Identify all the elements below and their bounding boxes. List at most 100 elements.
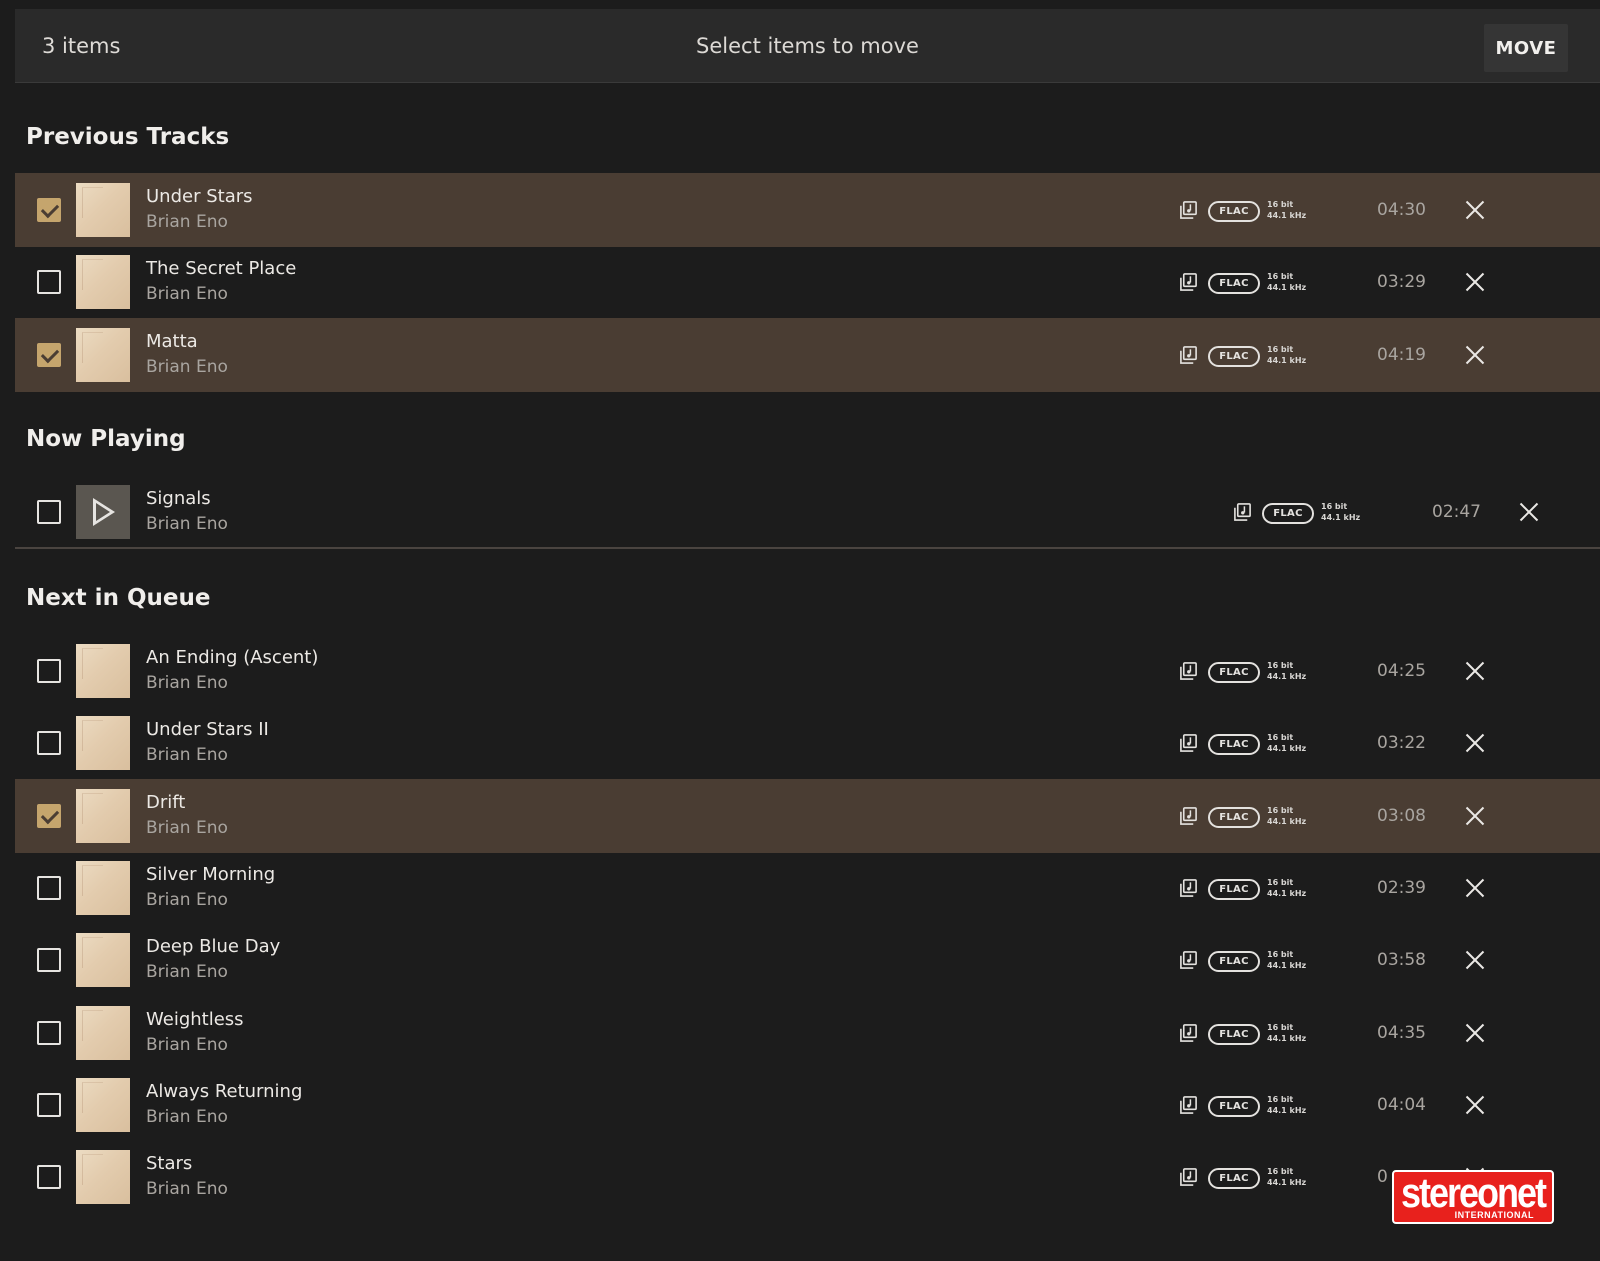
sample-rate: 44.1 kHz: [1321, 513, 1361, 522]
library-music-icon: [1179, 807, 1198, 826]
watermark-sub: INTERNATIONAL: [1454, 1210, 1534, 1220]
track-title: Signals: [146, 488, 211, 509]
track-title: Silver Morning: [146, 864, 276, 885]
format-badge: FLAC: [1208, 879, 1260, 900]
track-row[interactable]: Weightless Brian Eno FLAC 16 bit 44.1 kHz 04:…: [15, 996, 1600, 1070]
bit-depth: 16 bit: [1267, 200, 1294, 209]
track-duration: 04:30: [1377, 200, 1426, 220]
bit-depth: 16 bit: [1267, 1023, 1294, 1032]
close-icon[interactable]: [1462, 1092, 1488, 1118]
bit-depth: 16 bit: [1267, 272, 1294, 281]
close-icon[interactable]: [1462, 803, 1488, 829]
library-music-icon: [1179, 734, 1198, 753]
audio-quality: 16 bit 44.1 kHz: [1267, 1022, 1306, 1044]
track-checkbox[interactable]: [37, 804, 61, 828]
track-checkbox[interactable]: [37, 500, 61, 524]
track-artist: Brian Eno: [146, 745, 228, 765]
track-checkbox[interactable]: [37, 948, 61, 972]
album-art: [76, 716, 130, 770]
track-row[interactable]: Under Stars II Brian Eno FLAC 16 bit 44.1 kH…: [15, 706, 1600, 780]
header-title: Select items to move: [696, 34, 919, 58]
sample-rate: 44.1 kHz: [1267, 744, 1307, 753]
sample-rate: 44.1 kHz: [1267, 672, 1307, 681]
library-music-icon: [1179, 346, 1198, 365]
bit-depth: 16 bit: [1267, 661, 1294, 670]
audio-quality: 16 bit 44.1 kHz: [1267, 877, 1306, 899]
close-icon[interactable]: [1462, 658, 1488, 684]
track-row[interactable]: The Secret Place Brian Eno FLAC 16 bit 44.1 …: [15, 245, 1600, 319]
album-art: [76, 1078, 130, 1132]
track-checkbox[interactable]: [37, 198, 61, 222]
sample-rate: 44.1 kHz: [1267, 356, 1307, 365]
track-duration: 03:58: [1377, 950, 1426, 970]
audio-quality: 16 bit 44.1 kHz: [1321, 501, 1360, 523]
close-icon[interactable]: [1516, 499, 1542, 525]
close-icon[interactable]: [1462, 730, 1488, 756]
bit-depth: 16 bit: [1267, 733, 1294, 742]
track-title: Deep Blue Day: [146, 936, 281, 957]
track-checkbox[interactable]: [37, 659, 61, 683]
track-title: An Ending (Ascent): [146, 647, 319, 668]
close-icon[interactable]: [1462, 1020, 1488, 1046]
track-artist: Brian Eno: [146, 514, 228, 534]
track-title: Under Stars: [146, 186, 253, 207]
audio-quality: 16 bit 44.1 kHz: [1267, 805, 1306, 827]
close-icon[interactable]: [1462, 269, 1488, 295]
track-row[interactable]: Drift Brian Eno FLAC 16 bit 44.1 kHz 03:08: [15, 779, 1600, 853]
close-icon[interactable]: [1462, 197, 1488, 223]
library-music-icon: [1179, 1168, 1198, 1187]
track-checkbox[interactable]: [37, 1021, 61, 1045]
sample-rate: 44.1 kHz: [1267, 817, 1307, 826]
section-title-now-playing: Now Playing: [26, 426, 186, 452]
format-badge: FLAC: [1208, 662, 1260, 683]
track-title: Under Stars II: [146, 719, 269, 740]
track-checkbox[interactable]: [37, 731, 61, 755]
track-artist: Brian Eno: [146, 1035, 228, 1055]
audio-quality: 16 bit 44.1 kHz: [1267, 271, 1306, 293]
track-artist: Brian Eno: [146, 284, 228, 304]
album-art: [76, 1150, 130, 1204]
track-checkbox[interactable]: [37, 1093, 61, 1117]
format-badge: FLAC: [1208, 1096, 1260, 1117]
close-icon[interactable]: [1462, 947, 1488, 973]
move-button[interactable]: MOVE: [1484, 24, 1568, 72]
library-music-icon: [1179, 1096, 1198, 1115]
album-art: [76, 861, 130, 915]
track-title: Drift: [146, 792, 186, 813]
track-row[interactable]: Stars Brian Eno FLAC 16 bit 44.1 kHz 0: [15, 1140, 1600, 1214]
audio-quality: 16 bit 44.1 kHz: [1267, 949, 1306, 971]
track-artist: Brian Eno: [146, 1107, 228, 1127]
track-row[interactable]: Deep Blue Day Brian Eno FLAC 16 bit 44.1 kHz…: [15, 923, 1600, 997]
sample-rate: 44.1 kHz: [1267, 211, 1307, 220]
album-art: [76, 1006, 130, 1060]
format-badge: FLAC: [1262, 503, 1314, 524]
album-art: [76, 255, 130, 309]
sample-rate: 44.1 kHz: [1267, 961, 1307, 970]
track-duration: 03:08: [1377, 806, 1426, 826]
track-duration: 04:35: [1377, 1023, 1426, 1043]
album-art: [76, 183, 130, 237]
track-row[interactable]: An Ending (Ascent) Brian Eno FLAC 16 bit 44.…: [15, 634, 1600, 708]
track-checkbox[interactable]: [37, 343, 61, 367]
track-row[interactable]: Always Returning Brian Eno FLAC 16 bit 44.1 …: [15, 1068, 1600, 1142]
album-art: [76, 644, 130, 698]
track-duration: 03:29: [1377, 272, 1426, 292]
section-title-next-in-queue: Next in Queue: [26, 585, 211, 611]
sample-rate: 44.1 kHz: [1267, 283, 1307, 292]
track-artist: Brian Eno: [146, 890, 228, 910]
track-row[interactable]: Silver Morning Brian Eno FLAC 16 bit 44.1 kH…: [15, 851, 1600, 925]
close-icon[interactable]: [1462, 342, 1488, 368]
now-playing-row[interactable]: Signals Brian Eno FLAC 16 bit 44.1 kHz 02:47: [15, 475, 1600, 549]
audio-quality: 16 bit 44.1 kHz: [1267, 344, 1306, 366]
bit-depth: 16 bit: [1267, 878, 1294, 887]
track-duration: 04:25: [1377, 661, 1426, 681]
play-button[interactable]: [76, 485, 130, 539]
track-row[interactable]: Under Stars Brian Eno FLAC 16 bit 44.1 kHz 04…: [15, 173, 1600, 247]
play-icon: [93, 498, 115, 526]
format-badge: FLAC: [1208, 1024, 1260, 1045]
track-checkbox[interactable]: [37, 1165, 61, 1189]
track-checkbox[interactable]: [37, 876, 61, 900]
track-checkbox[interactable]: [37, 270, 61, 294]
close-icon[interactable]: [1462, 875, 1488, 901]
track-row[interactable]: Matta Brian Eno FLAC 16 bit 44.1 kHz 04:19: [15, 318, 1600, 392]
